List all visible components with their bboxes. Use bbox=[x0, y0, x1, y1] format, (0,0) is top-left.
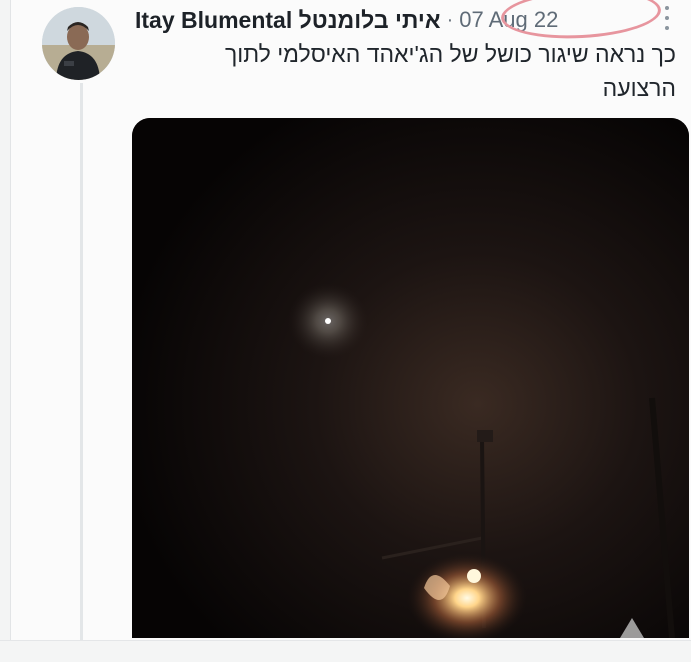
avatar[interactable] bbox=[42, 7, 115, 80]
tweet-card: Itay Blumental איתי בלומנטל · 07 Aug 22 … bbox=[10, 0, 691, 640]
tweet-text: כך נראה שיגור כושל של הג'יאהד האיסלמי לת… bbox=[224, 41, 676, 101]
night-launch-image bbox=[132, 118, 689, 638]
bottom-strip bbox=[0, 640, 691, 662]
header-separator: · bbox=[446, 8, 454, 31]
avatar-image bbox=[42, 7, 115, 80]
thread-line bbox=[80, 83, 83, 640]
more-options-icon[interactable] bbox=[664, 6, 670, 30]
author-name[interactable]: Itay Blumental איתי בלומנטל bbox=[135, 7, 441, 34]
tweet-media[interactable] bbox=[132, 118, 689, 638]
